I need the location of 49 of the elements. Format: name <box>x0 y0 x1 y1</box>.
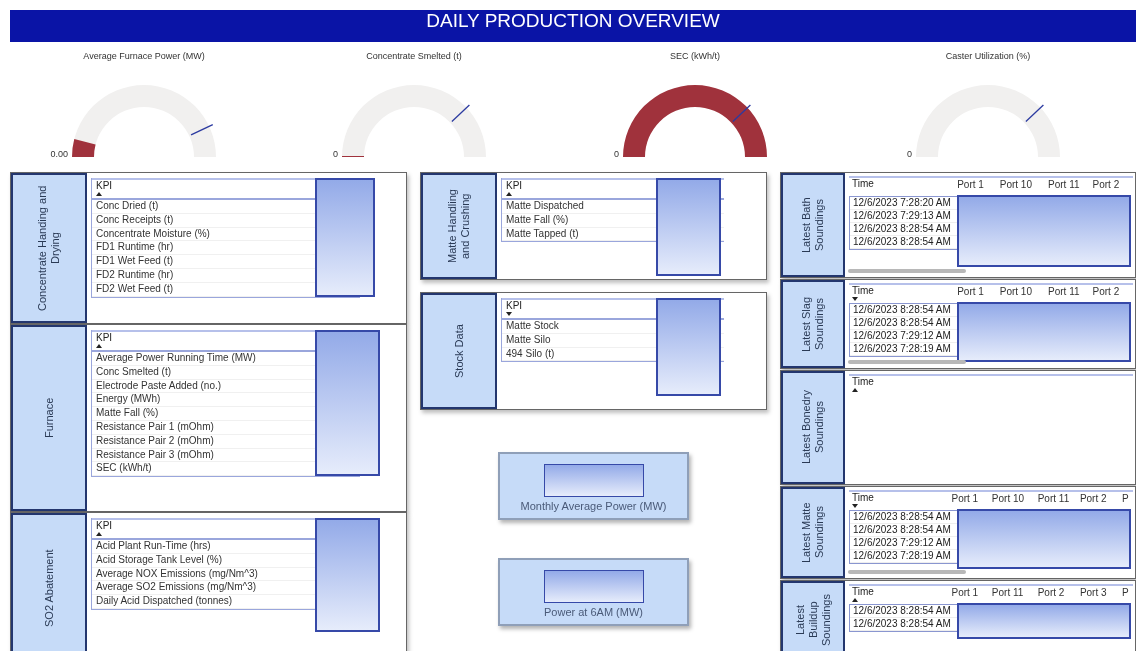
column-header[interactable]: Port 11 <box>987 586 1034 604</box>
gauge-title: SEC (kWh/t) <box>670 51 720 63</box>
column-header[interactable]: Time <box>852 586 874 603</box>
column-header[interactable]: Port 2 <box>1088 285 1133 303</box>
column-header[interactable]: KPI <box>506 300 523 317</box>
section-label: SO2 Abatement <box>11 513 87 651</box>
column-header[interactable]: Time <box>852 492 874 509</box>
column-header[interactable]: Time <box>852 285 874 302</box>
metric-label: Monthly Average Power (MW) <box>520 500 667 512</box>
column-header[interactable]: Time <box>852 178 874 195</box>
column-header[interactable]: P <box>1118 492 1133 510</box>
column-header[interactable]: Port 11 <box>1033 492 1076 510</box>
column-header[interactable]: Port 11 <box>1044 178 1089 196</box>
column-header[interactable]: KPI <box>96 332 113 349</box>
page-title: DAILY PRODUCTION OVERVIEW <box>10 10 1136 42</box>
gauge-title: Concentrate Smelted (t) <box>366 51 462 63</box>
column-header[interactable]: Port 1 <box>953 178 996 196</box>
column-header[interactable]: Port 10 <box>995 178 1045 196</box>
section-label: Latest Buildup Soundings <box>781 581 845 651</box>
gauge-title: Average Furnace Power (MW) <box>83 51 205 63</box>
section-label: Latest Matte Soundings <box>781 487 845 578</box>
column-header[interactable]: KPI <box>96 180 113 197</box>
column-header[interactable]: Port 1 <box>947 586 988 604</box>
column-header[interactable]: Port 3 <box>1075 586 1119 604</box>
gauge-min-label: 0 <box>333 149 338 159</box>
gauge-title: Caster Utilization (%) <box>945 51 1031 63</box>
column-header[interactable]: Port 2 <box>1033 586 1076 604</box>
column-header[interactable]: KPI <box>506 180 523 197</box>
column-header[interactable]: Port 10 <box>995 285 1045 303</box>
column-header[interactable]: Port 10 <box>987 492 1034 510</box>
section-label: Latest Slag Soundings <box>781 280 845 368</box>
section-label: Concentrate Handing and Drying <box>11 173 87 323</box>
section-label: Stock Data <box>421 293 497 409</box>
column-header[interactable]: Port 1 <box>953 285 996 303</box>
column-header[interactable]: Port 11 <box>1044 285 1089 303</box>
column-header[interactable]: Port 1 <box>947 492 988 510</box>
column-header[interactable]: P <box>1118 586 1133 604</box>
column-header[interactable]: Port 2 <box>1088 178 1133 196</box>
section-label: Matte Handling and Crushing <box>421 173 497 279</box>
gauge-min-label: 0 <box>614 149 619 159</box>
metric-label: Power at 6AM (MW) <box>544 606 643 618</box>
column-header[interactable]: Time <box>852 376 874 393</box>
column-header[interactable]: Port 2 <box>1075 492 1119 510</box>
gauge-min-label: 0 <box>907 149 912 159</box>
section-label: Furnace <box>11 325 87 511</box>
section-label: Latest Bonedry Soundings <box>781 371 845 484</box>
gauge-min-label: 0.00 <box>50 149 68 159</box>
section-label: Latest Bath Soundings <box>781 173 845 277</box>
column-header[interactable]: KPI <box>96 520 113 537</box>
